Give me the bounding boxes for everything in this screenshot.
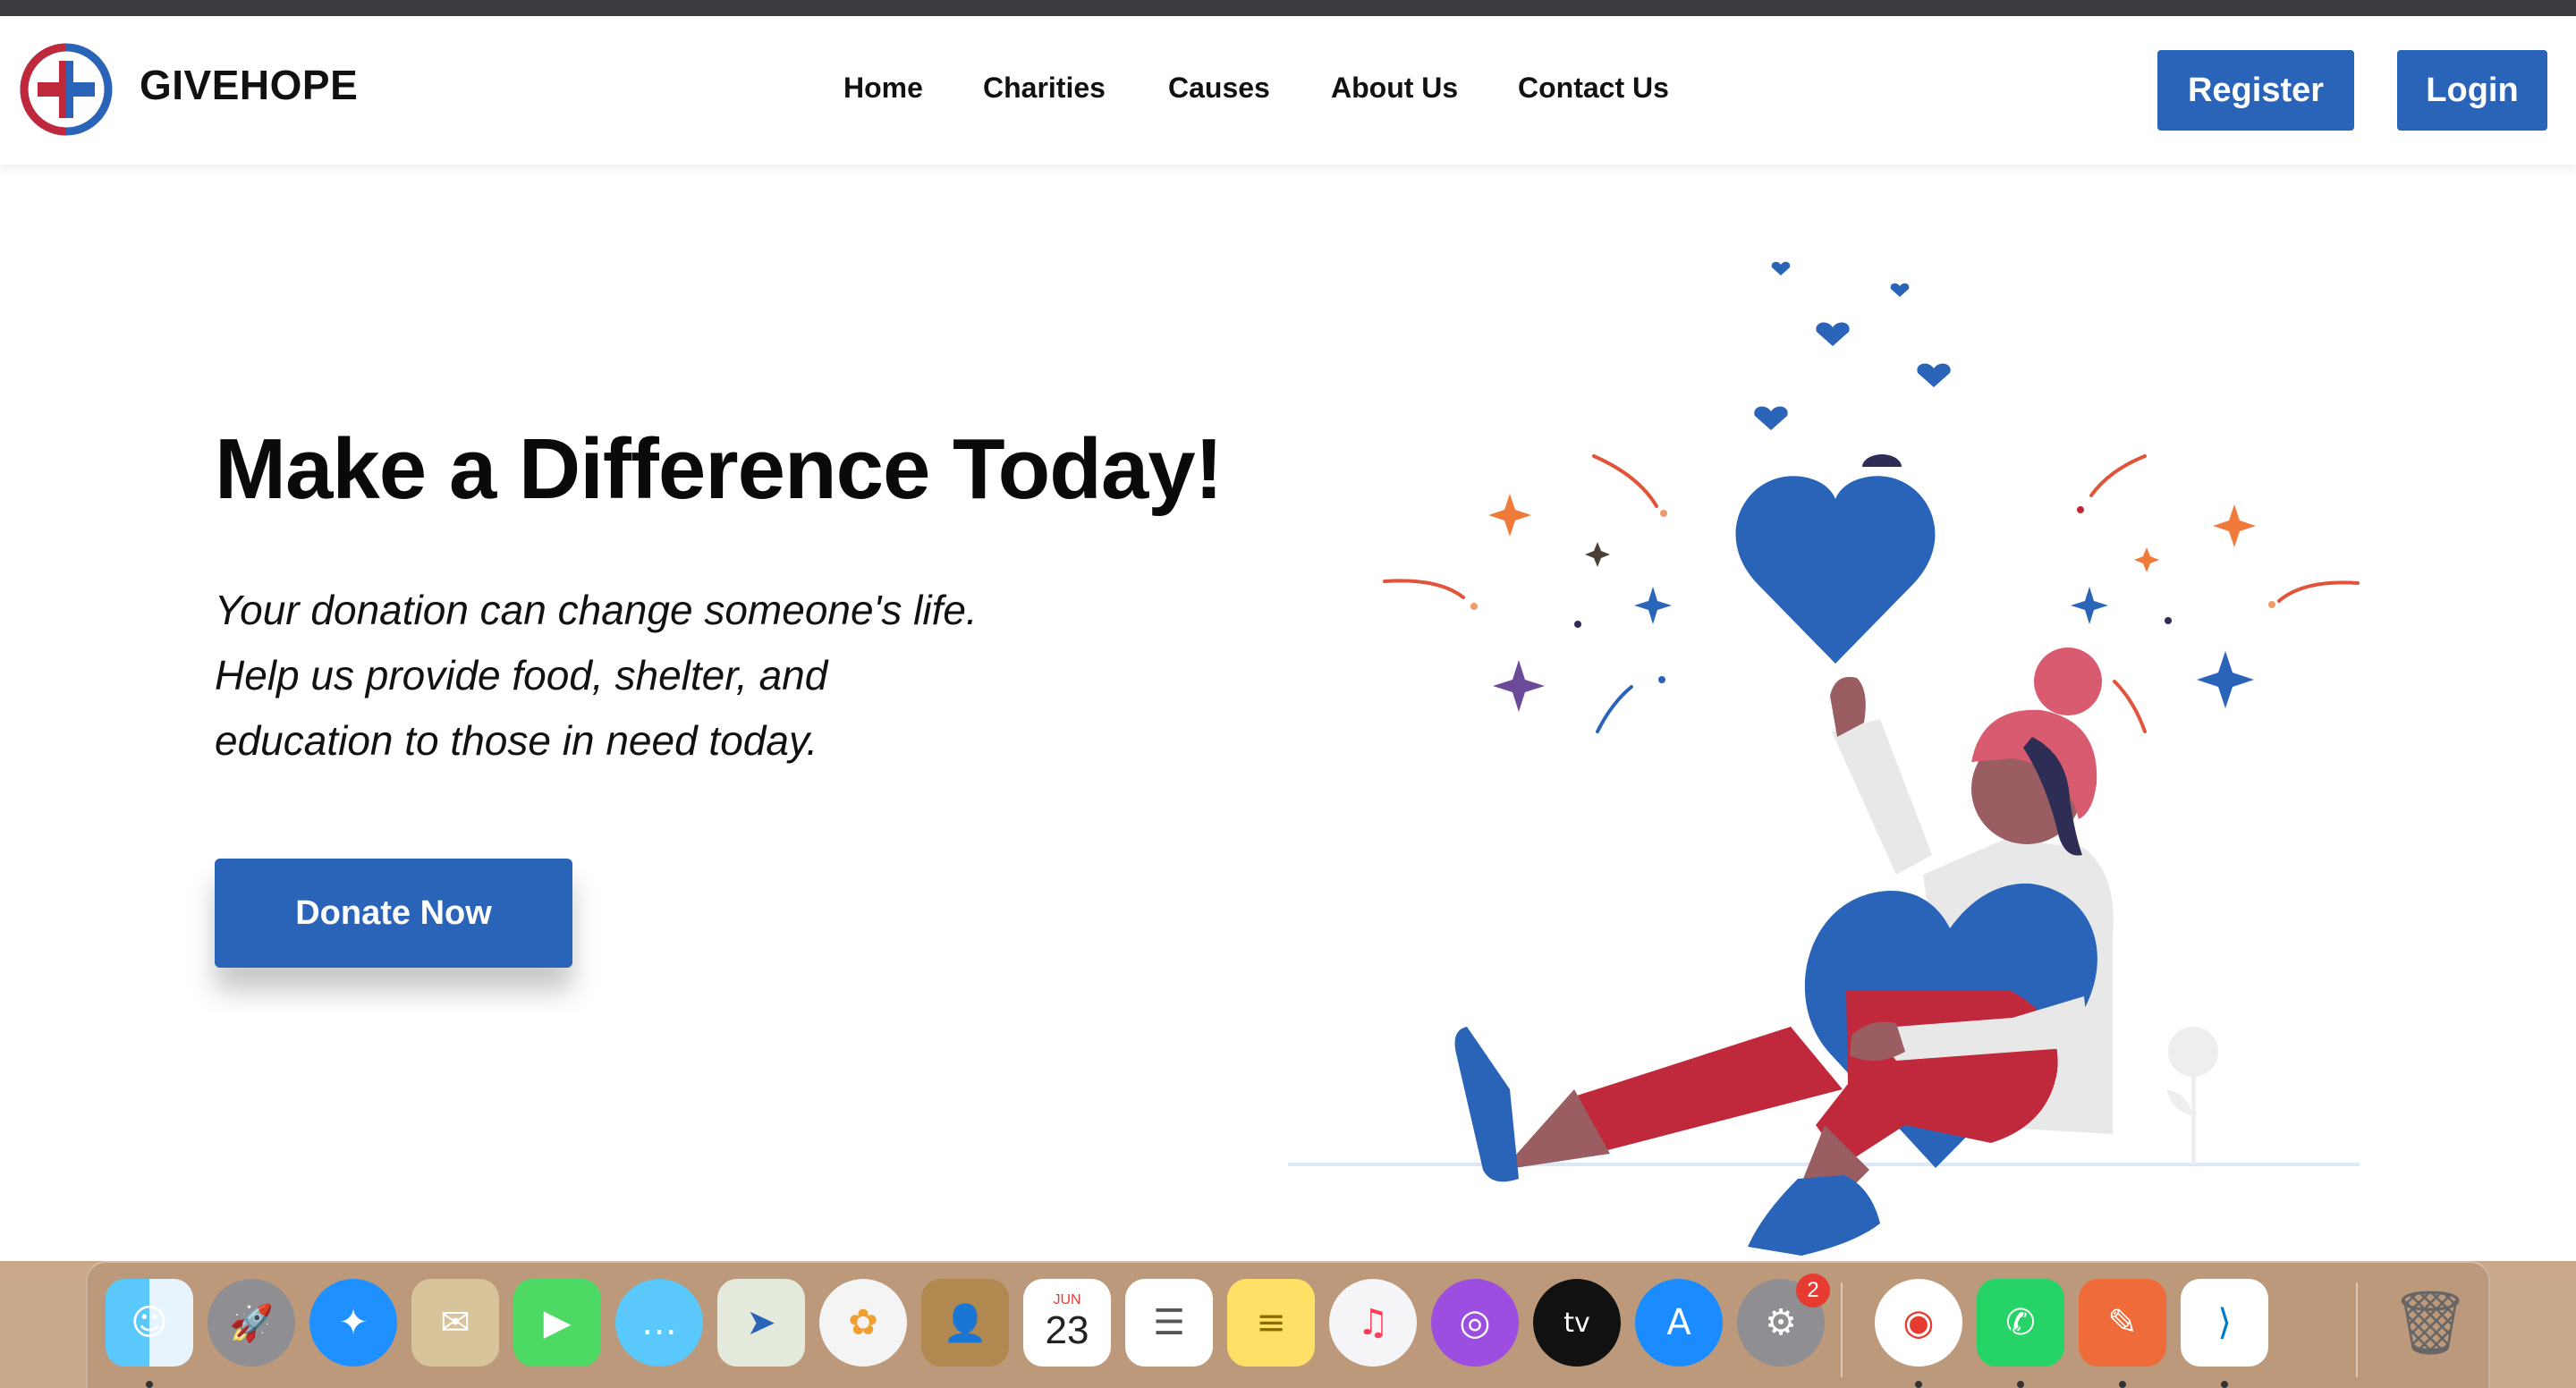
navbar: GIVEHOPE Home Charities Causes About Us … <box>0 16 2576 165</box>
hero-illustration <box>1288 261 2360 1256</box>
hero-title: Make a Difference Today! <box>215 421 1224 517</box>
browser-window: GIVEHOPE Home Charities Causes About Us … <box>0 16 2576 1261</box>
postman-running-dot <box>2119 1381 2126 1388</box>
nav-charities[interactable]: Charities <box>983 72 1106 105</box>
givehope-logo[interactable] <box>20 43 113 136</box>
nav-contact-us[interactable]: Contact Us <box>1518 72 1669 105</box>
launchpad-icon[interactable]: 🚀 <box>208 1279 295 1367</box>
hero-subtitle-line: education to those in need today. <box>215 717 818 764</box>
postman-icon[interactable]: ✎ <box>2079 1279 2166 1367</box>
floating-hearts-icon <box>1754 261 1951 430</box>
reminders-icon[interactable]: ☰ <box>1125 1279 1213 1367</box>
notes-icon[interactable]: ≡ <box>1227 1279 1315 1367</box>
messages-icon[interactable]: … <box>615 1279 703 1367</box>
facetime-icon[interactable]: ▶ <box>513 1279 601 1367</box>
nav-about-us[interactable]: About Us <box>1331 72 1458 105</box>
hero-subtitle-line: Help us provide food, shelter, and <box>215 652 828 698</box>
donate-now-button[interactable]: Donate Now <box>215 859 572 968</box>
menu-bar <box>0 0 2576 16</box>
hero-subtitle-line: Your donation can change someone's life. <box>215 587 978 633</box>
calendar-day: 23 <box>1045 1308 1089 1352</box>
safari-icon[interactable]: ✦ <box>309 1279 397 1367</box>
finder-running-dot <box>146 1381 153 1388</box>
system-preferences-icon[interactable]: ⚙ 2 <box>1737 1274 1830 1367</box>
nav-causes[interactable]: Causes <box>1168 72 1270 105</box>
dock: ☺ 🚀 ✦ ✉ ▶ … ➤ ✿ 👤 JUN 23 ☰ ≡ ♫ ◎ tv A ⚙ … <box>86 1261 2490 1388</box>
dock-separator <box>1841 1282 1843 1377</box>
vscode-running-dot <box>2221 1381 2228 1388</box>
calendar-month: JUN <box>1053 1292 1081 1308</box>
whatsapp-icon[interactable]: ✆ <box>1977 1279 2064 1367</box>
chrome-icon[interactable]: ◉ <box>1875 1279 1962 1367</box>
register-button[interactable]: Register <box>2157 50 2354 131</box>
mail-icon[interactable]: ✉ <box>411 1279 499 1367</box>
app-store-icon[interactable]: A <box>1635 1279 1723 1367</box>
whatsapp-running-dot <box>2017 1381 2024 1388</box>
brand-name[interactable]: GIVEHOPE <box>140 61 358 109</box>
login-button[interactable]: Login <box>2397 50 2547 131</box>
big-heart-icon <box>1735 476 1936 664</box>
notification-badge: 2 <box>1796 1274 1830 1308</box>
vscode-icon[interactable]: ⟩ <box>2181 1279 2268 1367</box>
music-icon[interactable]: ♫ <box>1329 1279 1417 1367</box>
dock-separator <box>2356 1282 2358 1377</box>
chrome-running-dot <box>1915 1381 1922 1388</box>
photos-icon[interactable]: ✿ <box>819 1279 907 1367</box>
flower-icon <box>2166 1027 2218 1164</box>
trash-icon[interactable]: 🗑 <box>2386 1279 2474 1367</box>
nav-home[interactable]: Home <box>843 72 923 105</box>
finder-icon[interactable]: ☺ <box>106 1279 193 1367</box>
podcasts-icon[interactable]: ◎ <box>1431 1279 1519 1367</box>
calendar-icon[interactable]: JUN 23 <box>1023 1279 1111 1367</box>
hero-subtitle: Your donation can change someone's life.… <box>215 578 1199 774</box>
contacts-icon[interactable]: 👤 <box>921 1279 1009 1367</box>
maps-icon[interactable]: ➤ <box>717 1279 805 1367</box>
apple-tv-icon[interactable]: tv <box>1533 1279 1621 1367</box>
